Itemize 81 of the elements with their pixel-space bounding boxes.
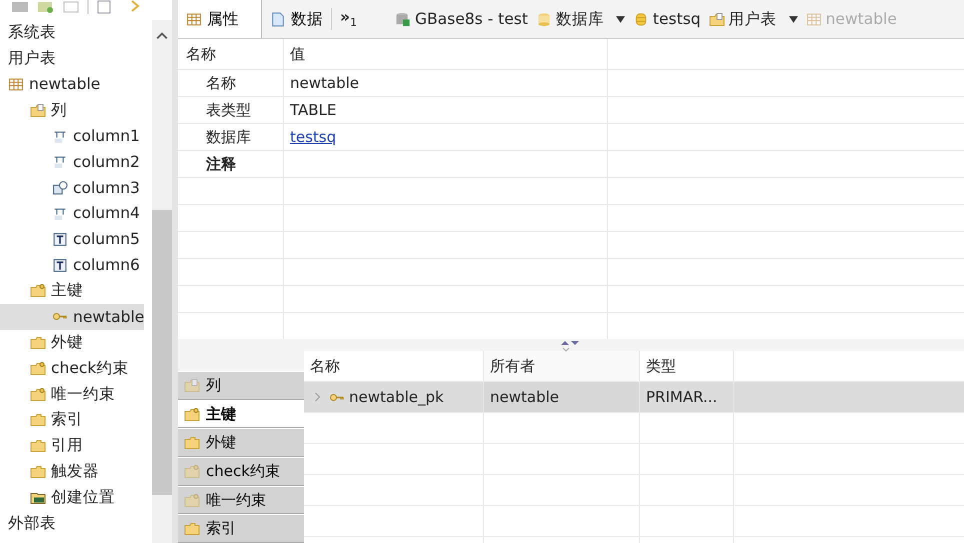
column-header: 类型 xyxy=(640,351,734,381)
breadcrumb-item[interactable]: 用户表 xyxy=(708,8,798,30)
tree-item[interactable]: 索引 xyxy=(0,406,83,433)
table-icon xyxy=(186,12,202,26)
text-column-icon xyxy=(52,232,68,247)
folder-document-icon xyxy=(708,12,725,26)
property-name: 表类型 xyxy=(178,97,284,123)
side-tab[interactable]: 外键 xyxy=(178,428,304,458)
column-header: 值 xyxy=(284,39,608,69)
tree-item[interactable]: 主键 xyxy=(0,278,83,304)
table-icon xyxy=(806,12,822,26)
text-column-icon xyxy=(52,258,68,273)
tree-item[interactable]: column3 xyxy=(0,174,140,201)
tree-item[interactable]: column6 xyxy=(0,252,140,278)
database-link[interactable]: testsq xyxy=(290,128,336,146)
number-column-icon xyxy=(52,128,68,144)
tree-item[interactable]: newtable xyxy=(0,304,144,330)
folder-icon xyxy=(30,464,46,479)
document-icon xyxy=(270,12,286,26)
column-header: 所有者 xyxy=(484,351,640,381)
table-cell: newtable_pk xyxy=(304,382,484,412)
tree-item[interactable]: 触发器 xyxy=(0,458,99,484)
tree-item[interactable]: 列 xyxy=(0,97,67,124)
tree-item[interactable]: 外键 xyxy=(0,330,83,356)
table-row[interactable]: newtable_pk newtable PRIMAR... xyxy=(304,382,964,413)
table-cell: PRIMAR... xyxy=(640,382,734,412)
dropdown-icon[interactable] xyxy=(616,16,625,22)
folder-key-icon xyxy=(30,360,46,376)
tree-item[interactable]: 创建位置 xyxy=(0,484,115,510)
tree-item[interactable]: 唯一约束 xyxy=(0,381,115,407)
number-column-icon xyxy=(52,206,68,221)
property-name: 名称 xyxy=(178,70,284,96)
folder-key-icon xyxy=(184,406,200,422)
folder-icon xyxy=(30,412,46,428)
table-icon xyxy=(8,76,24,92)
breadcrumb-item[interactable]: 数据库 xyxy=(536,8,625,30)
tree-item[interactable]: 用户表 xyxy=(0,46,56,72)
folder-key-icon xyxy=(184,464,200,479)
date-column-icon xyxy=(52,180,68,196)
scroll-up-icon[interactable] xyxy=(156,32,168,40)
side-tab[interactable]: check约束 xyxy=(178,457,304,486)
tree-item[interactable]: 系统表 xyxy=(0,20,56,46)
side-tab[interactable]: 列 xyxy=(178,371,304,400)
side-tab[interactable]: 主键 xyxy=(178,400,304,428)
tree-item[interactable]: column1 xyxy=(0,123,140,149)
tree-item[interactable]: column4 xyxy=(0,200,140,226)
property-value: TABLE xyxy=(290,101,336,119)
folder-key-icon xyxy=(184,492,200,508)
table-cell: newtable xyxy=(484,382,640,412)
folder-icon xyxy=(30,334,46,350)
folder-icon xyxy=(184,521,200,536)
column-header: 名称 xyxy=(178,39,284,69)
database-check-icon xyxy=(395,12,412,26)
tree-item[interactable]: newtable xyxy=(0,72,100,98)
breadcrumb-item[interactable]: testsq xyxy=(632,10,701,28)
tree-item[interactable]: 引用 xyxy=(0,432,83,459)
editor-tab[interactable]: 数据 xyxy=(262,0,331,38)
folder-key-icon xyxy=(30,283,46,298)
tree-item[interactable]: 外部表 xyxy=(0,510,56,536)
tree-item[interactable]: column5 xyxy=(0,226,140,252)
folder-icon xyxy=(30,438,46,454)
property-name: 注释 xyxy=(178,151,284,177)
folder-document-icon xyxy=(30,102,46,118)
tab-overflow[interactable]: »$_{1}$ xyxy=(331,8,366,30)
folder-key-icon xyxy=(30,386,46,402)
dropdown-icon[interactable] xyxy=(788,16,798,22)
scrollbar-thumb[interactable] xyxy=(152,210,172,495)
tree-item[interactable]: column2 xyxy=(0,148,140,175)
column-header: 名称 xyxy=(304,351,484,381)
folder-document-icon xyxy=(184,378,200,393)
breadcrumb-item[interactable]: GBase8s - test xyxy=(395,10,528,28)
side-tab[interactable]: 唯一约束 xyxy=(178,486,304,514)
number-column-icon xyxy=(52,154,68,170)
folder-icon xyxy=(184,435,200,450)
database-icon xyxy=(536,12,552,26)
side-tab[interactable]: 索引 xyxy=(178,514,304,543)
property-name: 数据库 xyxy=(178,124,284,150)
scrollbar[interactable] xyxy=(152,20,172,543)
property-value: newtable xyxy=(290,74,359,92)
editor-tab[interactable]: 属性 xyxy=(178,0,262,38)
tree-item[interactable]: check约束 xyxy=(0,355,128,382)
